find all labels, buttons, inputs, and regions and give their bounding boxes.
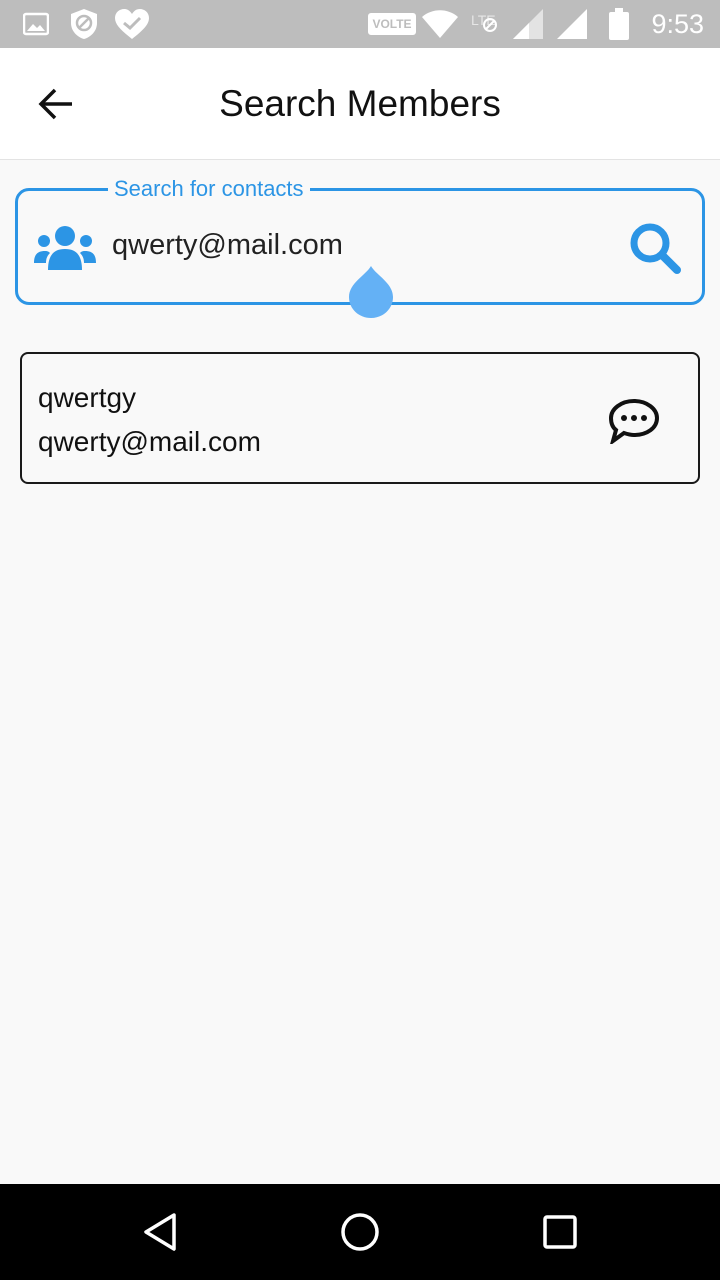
nav-recents-button[interactable]	[538, 1210, 582, 1254]
text-cursor-handle[interactable]	[348, 265, 394, 324]
image-icon	[20, 0, 52, 48]
chat-icon	[608, 398, 660, 446]
back-triangle-icon	[144, 1213, 176, 1251]
signal-icon	[554, 0, 590, 48]
signal-icon	[510, 0, 546, 48]
navigation-bar	[0, 1184, 720, 1280]
search-label: Search for contacts	[108, 175, 310, 203]
clock: 9:53	[651, 9, 704, 39]
nav-home-button[interactable]	[338, 1210, 382, 1254]
search-button[interactable]	[628, 221, 684, 277]
result-card[interactable]: qwertgy qwerty@mail.com	[20, 352, 700, 484]
vpn-shield-icon	[68, 0, 100, 48]
volte-badge: VOLTE	[368, 13, 416, 35]
search-field[interactable]: Search for contacts	[15, 175, 705, 318]
lte-icon: LTE	[468, 0, 508, 48]
search-icon	[630, 223, 681, 274]
heart-check-icon	[112, 0, 152, 48]
battery-icon	[606, 0, 632, 48]
chat-button[interactable]	[608, 398, 660, 446]
result-email: qwerty@mail.com	[38, 426, 261, 457]
app-bar: Search Members	[0, 48, 720, 160]
nav-back-button[interactable]	[138, 1210, 182, 1254]
home-circle-icon	[341, 1213, 379, 1251]
screen: VOLTE LTE 9:53 Search Members Search for…	[0, 0, 720, 1280]
status-bar: VOLTE LTE 9:53	[0, 0, 720, 48]
result-name: qwertgy	[38, 382, 137, 413]
contacts-icon	[34, 225, 96, 276]
recents-square-icon	[543, 1215, 577, 1249]
search-input[interactable]	[112, 223, 612, 267]
wifi-icon	[420, 0, 460, 48]
page-title: Search Members	[219, 83, 501, 124]
